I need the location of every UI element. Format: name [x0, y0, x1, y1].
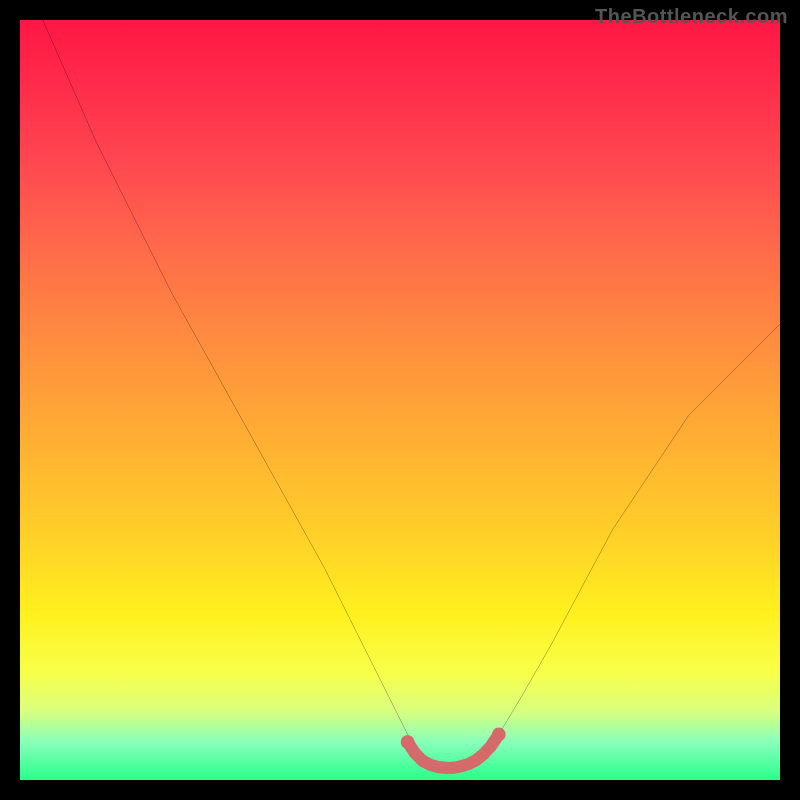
chart-plot-area [20, 20, 780, 780]
chart-svg [20, 20, 780, 780]
bottleneck-curve [43, 20, 780, 769]
optimal-range-marker [408, 734, 499, 767]
optimal-range-end-dot [492, 728, 506, 742]
optimal-range-start-dot [401, 735, 415, 749]
watermark-label: TheBottleneck.com [595, 6, 788, 29]
